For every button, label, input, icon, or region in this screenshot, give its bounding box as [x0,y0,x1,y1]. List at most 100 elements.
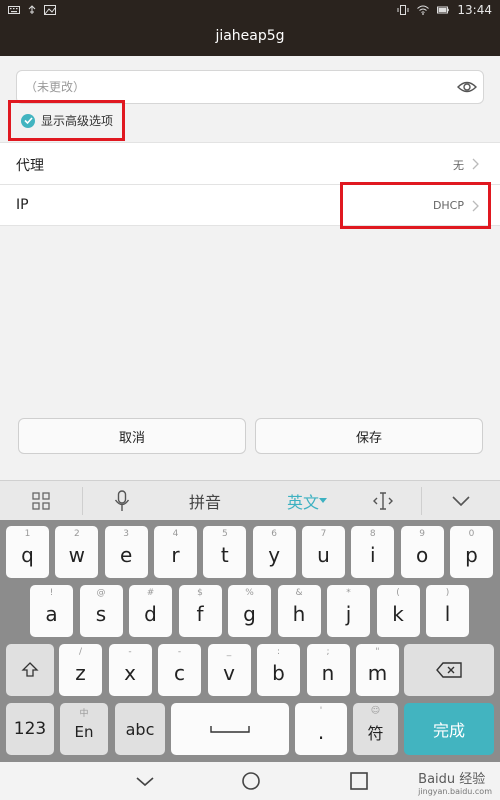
pinyin-mode-button[interactable]: 拼音 [160,481,250,521]
symbols-key-label: 符 [367,724,384,743]
checkbox-checked-icon[interactable] [21,113,35,128]
chevron-right-icon [472,158,479,170]
status-bar: 13:44 [0,0,500,20]
key-label: k [392,602,404,626]
key-x[interactable]: -x [108,644,152,696]
caret-down-icon [319,498,327,503]
key-hint: ( [396,588,400,598]
key-label: i [370,543,376,567]
key-q[interactable]: 1q [6,526,49,578]
watermark-url: jingyan.baidu.com [418,787,492,796]
key-w[interactable]: 2w [55,526,99,578]
key-label: x [124,661,136,685]
keyboard-row-3: / z - x - c _ v: b; n " m [0,644,500,696]
microphone-icon [114,490,130,511]
wifi-icon [417,5,430,15]
save-button[interactable]: 保存 [255,418,483,454]
show-password-icon[interactable] [457,78,477,96]
key-hint: @ [96,588,106,598]
key-label: l [444,602,451,626]
space-key[interactable] [171,703,289,755]
numbers-key[interactable]: 123 [6,703,54,755]
backspace-icon [436,662,462,678]
key-label: p [465,543,478,567]
chevron-down-icon [452,496,470,506]
key-a[interactable]: ! a [30,585,73,637]
key-p[interactable]: 0p [449,526,493,578]
period-key-label: . [317,720,325,744]
proxy-value: 无 [453,159,464,172]
key-h[interactable]: & h [277,585,321,637]
recents-nav-icon[interactable] [348,770,370,792]
watermark-brand: Baidu 经验 [418,772,486,787]
voice-input-button[interactable] [84,481,160,521]
english-mode-button[interactable]: 英文 [262,481,352,521]
proxy-setting-row[interactable]: 代理 无 [0,142,500,184]
key-t[interactable]: 5t [203,526,247,578]
password-input[interactable] [17,71,447,103]
backspace-key[interactable] [404,644,494,696]
key-v[interactable]: _ v [207,644,251,696]
hide-keyboard-button[interactable] [422,481,500,521]
abc-key[interactable]: abc [115,703,165,755]
key-label: e [120,543,133,567]
key-y[interactable]: 6y [252,526,296,578]
key-c[interactable]: -c [158,644,201,696]
key-s[interactable]: @ s [79,585,123,637]
soft-keyboard: 1q2w3e4r5t6y7u8i9o0p ! a @ s # d $ f% g & h * j(k) l … [0,520,500,762]
key-o[interactable]: 9o [400,526,444,578]
key-hint: 2 [73,529,80,539]
numbers-key-label: 123 [13,719,47,739]
key-g[interactable]: % g [228,585,271,637]
key-label: v [223,661,235,685]
key-d[interactable]: # d [129,585,172,637]
key-label: w [68,543,85,567]
cancel-button[interactable]: 取消 [18,418,246,454]
key-e[interactable]: 3e [104,526,148,578]
key-r[interactable]: 4r [153,526,197,578]
abc-key-label: abc [125,719,155,739]
key-hint: " [375,647,380,657]
vibrate-icon [397,5,409,15]
dhcp-highlight-box [340,182,491,229]
shift-key[interactable] [6,644,54,696]
key-label: s [95,602,107,626]
period-key[interactable]: ' . [295,703,347,755]
key-n[interactable]: ; n [306,644,350,696]
key-hint: - [177,647,182,657]
home-nav-icon[interactable] [240,770,262,792]
image-status-icon [44,5,56,15]
ip-setting-row[interactable]: IP DHCP [0,182,500,229]
usb-status-icon [28,5,36,14]
cursor-control-button[interactable] [345,481,421,521]
key-u[interactable]: 7u [301,526,345,578]
key-label: m [367,661,388,685]
key-hint: _ [226,647,232,657]
symbols-key[interactable]: ☺ 符 [353,703,398,755]
key-i[interactable]: 8i [351,526,395,578]
key-label: u [317,543,330,567]
key-hint: ! [49,588,54,598]
key-k[interactable]: (k [376,585,420,637]
ip-label: IP [16,197,29,213]
key-f[interactable]: $ f [178,585,222,637]
key-label: t [220,543,229,567]
key-label: g [243,602,256,626]
ime-menu-button[interactable] [0,481,82,521]
done-key[interactable]: 完成 [404,703,494,755]
key-hint: 8 [369,529,376,539]
key-l[interactable]: ) l [426,585,469,637]
back-nav-icon[interactable] [134,770,156,792]
key-b[interactable]: :b [257,644,300,696]
key-hint: 0 [468,529,475,539]
key-j[interactable]: * j [327,585,370,637]
key-label: q [21,543,34,567]
language-key[interactable]: 中 En [60,703,108,755]
done-key-label: 完成 [432,721,465,740]
toolbar-divider [82,487,83,515]
key-label: o [416,543,429,567]
key-m[interactable]: " m [356,644,399,696]
key-label: d [144,602,157,626]
key-z[interactable]: / z [59,644,102,696]
advanced-options-toggle[interactable]: 显示高级选项 [8,100,125,141]
